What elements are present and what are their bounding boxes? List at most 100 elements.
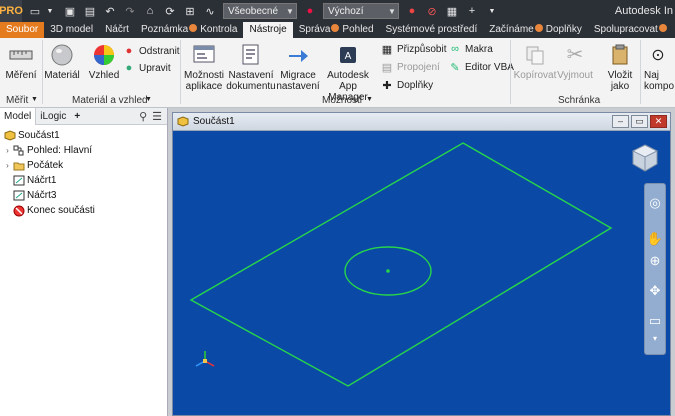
sketch-icon <box>12 175 25 187</box>
tab-add-ins[interactable]: Doplňky <box>540 22 588 38</box>
tab-inspect[interactable]: Kontrola <box>194 22 243 38</box>
view-cube[interactable] <box>630 143 660 173</box>
svg-text:A: A <box>345 51 352 62</box>
addins-button[interactable]: ✚ Doplňky <box>380 78 433 92</box>
tree-node-origin[interactable]: › Počátek <box>0 158 167 173</box>
close-button[interactable]: ✕ <box>650 115 667 128</box>
measure-icon[interactable]: ∿ <box>203 5 217 18</box>
copy-label: Kopírovat <box>513 70 557 81</box>
pan-hand-icon[interactable]: ✋ <box>645 228 665 250</box>
tab-manage[interactable]: Správa <box>293 22 340 38</box>
tab-annotate-label: Poznámka <box>140 24 189 35</box>
appearance-button[interactable]: Vzhled <box>86 42 122 81</box>
tree-node-label: Počátek <box>27 160 64 171</box>
remove-label: Odstranit <box>139 45 180 57</box>
end-of-part-icon <box>12 205 25 217</box>
select-icon[interactable]: ⊞ <box>183 5 197 18</box>
save-icon[interactable]: ▤ <box>83 5 97 18</box>
document-window: Součást1 – ▭ ✕ ◎ ✋ ⊕ ✥ ▭ ▾ <box>172 112 671 416</box>
redo-icon[interactable]: ↷ <box>123 5 137 18</box>
clipboard-icon <box>606 42 634 68</box>
tree-node-view[interactable]: › Pohled: Hlavní <box>0 143 167 158</box>
binoculars-icon: ⊙ <box>651 46 665 64</box>
document-title: Součást1 <box>193 116 235 127</box>
restore-button[interactable]: ▭ <box>631 115 648 128</box>
tree-node-end-of-part[interactable]: Konec součásti <box>0 203 167 218</box>
search-icon[interactable]: ⚲ <box>139 110 147 123</box>
look-at-icon[interactable]: ▭ <box>645 310 665 332</box>
customize-button[interactable]: ▦ Přizpůsobit <box>380 42 447 56</box>
palette-icon[interactable]: ● <box>405 5 419 17</box>
orbit-icon[interactable]: ✥ <box>645 280 665 302</box>
tab-environments[interactable]: Systémové prostředí <box>380 22 484 38</box>
zoom-icon[interactable]: ⊕ <box>645 250 665 272</box>
clear-icon[interactable]: ⊘ <box>425 5 439 18</box>
ribbon: Měření Měřit ▼ Materiál Vzhled ● Odstrani… <box>0 38 675 108</box>
tab-collaborate-label: Spolupracovat <box>593 24 658 35</box>
material-button[interactable]: Materiál <box>44 42 80 81</box>
tree-node-label: Náčrt3 <box>27 190 57 201</box>
cut-button[interactable]: ✂ Vyjmout <box>556 42 594 82</box>
expand-icon[interactable]: › <box>3 161 12 170</box>
tree-node-sketch3[interactable]: Náčrt3 <box>0 188 167 203</box>
undo-icon[interactable]: ↶ <box>103 5 117 18</box>
tree-node-label: Náčrt1 <box>27 175 57 186</box>
style-combo[interactable]: Výchozí ▼ <box>323 3 399 19</box>
sketch-center-point <box>386 269 390 273</box>
tab-annotate[interactable]: Poznámka <box>135 22 198 38</box>
chevron-down-icon[interactable]: ▼ <box>31 96 38 103</box>
divider <box>510 40 511 104</box>
app-manager-button[interactable]: A Autodesk App Manager <box>320 42 376 103</box>
tab-3d-model[interactable]: 3D model <box>44 22 99 38</box>
chevron-down-icon[interactable]: ▼ <box>145 96 152 103</box>
expand-icon[interactable]: › <box>3 146 12 155</box>
menu-icon[interactable]: ☰ <box>152 110 162 123</box>
tree-node-sketch1[interactable]: Náčrt1 <box>0 173 167 188</box>
steering-wheel-icon[interactable]: ◎ <box>645 192 665 214</box>
macros-button[interactable]: ∞ Makra <box>448 42 493 56</box>
copy-button[interactable]: Kopírovat <box>514 42 556 81</box>
dropdown-arrow-icon[interactable]: ▼ <box>485 8 499 15</box>
home-icon[interactable]: ⌂ <box>143 5 157 17</box>
color-wheel-icon[interactable]: ● <box>303 5 317 17</box>
app-options-button[interactable]: Možnosti aplikace <box>183 42 225 92</box>
measure-button[interactable]: Měření <box>4 42 38 81</box>
app-options-icon <box>190 42 218 68</box>
chevron-down-icon[interactable]: ▼ <box>366 96 373 103</box>
calculator-icon[interactable]: ▦ <box>445 5 459 18</box>
paste-as-button[interactable]: Vložit jako <box>604 42 636 92</box>
tree-node-part[interactable]: Součást1 <box>0 128 167 143</box>
tab-ilogic[interactable]: iLogic <box>36 108 70 125</box>
measure-label: Měření <box>5 70 37 81</box>
migrate-settings-button[interactable]: Migrace nastavení <box>276 42 320 92</box>
open-folder-icon[interactable]: ▣ <box>63 5 77 18</box>
add-tab-button[interactable]: + <box>70 108 84 125</box>
link-label: Propojení <box>397 61 440 73</box>
tree-node-label: Konec součásti <box>27 205 95 216</box>
tab-tools[interactable]: Nástroje <box>243 22 293 38</box>
app-logo[interactable]: PRO <box>0 0 23 22</box>
tab-file[interactable]: Soubor <box>0 22 45 38</box>
navbar-settings-icon[interactable]: ▾ <box>645 332 665 344</box>
adjust-appearance-button[interactable]: ● Upravit <box>122 61 171 75</box>
app-title: Autodesk In <box>614 5 673 17</box>
tab-model[interactable]: Model <box>0 107 37 125</box>
dropdown-arrow-icon[interactable]: ▼ <box>43 8 57 15</box>
update-icon[interactable]: ⟳ <box>163 5 177 18</box>
new-file-icon[interactable]: ▭ <box>28 5 42 18</box>
minimize-button[interactable]: – <box>612 115 629 128</box>
document-settings-label-2: dokumentu <box>226 81 276 92</box>
find-component-button[interactable]: ⊙ Naj kompo <box>644 42 675 92</box>
appearance-combo[interactable]: Všeobecné ▼ <box>223 3 297 19</box>
vba-editor-button[interactable]: ✎ Editor VBA <box>448 60 514 74</box>
tab-view[interactable]: Pohled <box>336 22 379 38</box>
tab-sketch[interactable]: Náčrt <box>99 22 135 38</box>
remove-appearance-button[interactable]: ● Odstranit <box>122 44 180 58</box>
appearance-label: Vzhled <box>88 70 120 81</box>
link-button[interactable]: ▤ Propojení <box>380 60 440 74</box>
tab-get-started[interactable]: Začínáme <box>483 22 543 38</box>
graphics-canvas[interactable] <box>173 132 670 416</box>
document-settings-button[interactable]: Nastavení dokumentu <box>226 42 276 92</box>
tab-collaborate[interactable]: Spolupracovat <box>588 22 667 38</box>
add-icon[interactable]: + <box>465 5 479 17</box>
